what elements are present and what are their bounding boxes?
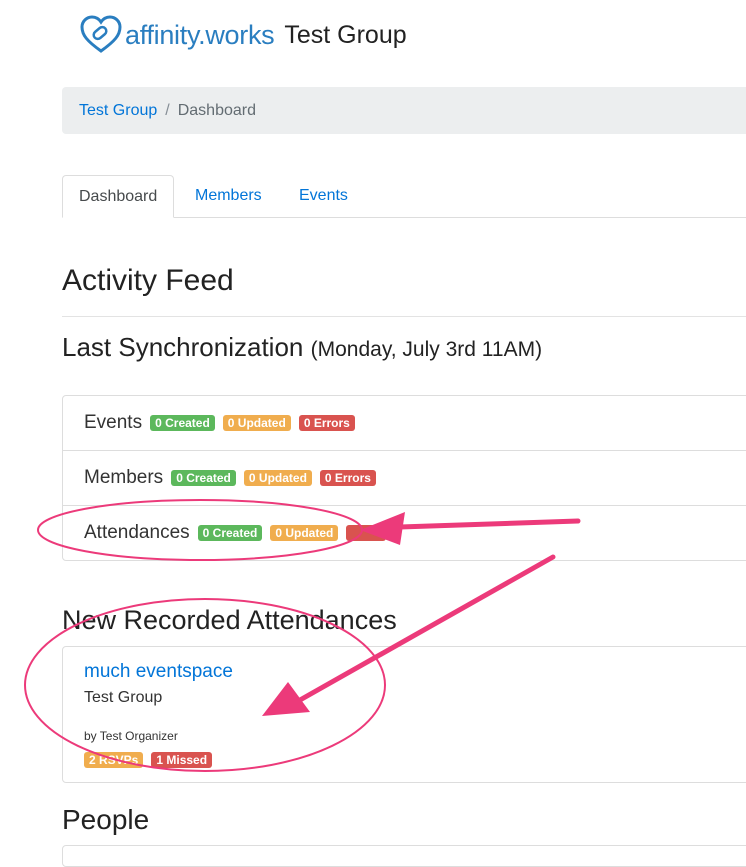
activity-feed-heading: Activity Feed — [62, 264, 234, 297]
tab-events[interactable]: Events — [283, 175, 364, 217]
sync-row-label: Attendances — [84, 522, 190, 543]
errors-badge-obscured — [346, 525, 387, 541]
rsvps-badge: 2 RSVPs — [84, 752, 144, 768]
tab-bar: Dashboard Members Events — [62, 175, 746, 218]
created-badge: 0 Created — [171, 470, 236, 486]
breadcrumb-current: Dashboard — [177, 101, 256, 119]
event-organizer: by Test Organizer — [84, 729, 178, 743]
updated-badge: 0 Updated — [222, 415, 291, 431]
sync-row-events: Events 0 Created 0 Updated 0 Errors — [63, 396, 746, 451]
event-link[interactable]: much eventspace — [84, 661, 233, 683]
missed-badge: 1 Missed — [151, 752, 213, 768]
breadcrumb-group-link[interactable]: Test Group — [79, 102, 157, 120]
created-badge: 0 Created — [197, 525, 263, 541]
breadcrumb: Test Group / Dashboard — [62, 87, 746, 134]
tab-dashboard[interactable]: Dashboard — [62, 175, 175, 218]
breadcrumb-separator: / — [165, 101, 170, 119]
sync-row-label: Members — [84, 467, 164, 488]
updated-badge: 0 Updated — [243, 470, 312, 486]
updated-badge: 0 Updated — [270, 525, 339, 541]
divider — [62, 316, 746, 317]
attendance-badges: 2 RSVPs 1 Missed — [84, 752, 220, 768]
people-heading: People — [62, 804, 150, 835]
page-group-title: Test Group — [284, 20, 407, 49]
sync-row-members: Members 0 Created 0 Updated 0 Errors — [63, 451, 746, 506]
last-sync-time: (Monday, July 3rd 11AM) — [310, 338, 543, 361]
brand-name[interactable]: affinity.works — [125, 20, 275, 51]
tab-members[interactable]: Members — [179, 175, 278, 217]
event-group: Test Group — [84, 689, 163, 706]
people-card — [62, 845, 746, 867]
heart-logo-icon[interactable] — [79, 15, 123, 55]
created-badge: 0 Created — [150, 415, 215, 431]
sync-summary-list: Events 0 Created 0 Updated 0 Errors Memb… — [62, 395, 746, 561]
brand-header: affinity.works Test Group — [79, 12, 407, 58]
errors-badge: 0 Errors — [298, 415, 355, 431]
attendance-card: much eventspace Test Group by Test Organ… — [62, 646, 746, 783]
last-sync-heading: Last Synchronization (Monday, July 3rd 1… — [62, 332, 542, 363]
sync-row-label: Events — [84, 412, 143, 433]
sync-row-attendances: Attendances 0 Created 0 Updated — [63, 506, 746, 560]
new-attendances-heading: New Recorded Attendances — [62, 605, 397, 635]
errors-badge: 0 Errors — [319, 470, 376, 486]
last-sync-label: Last Synchronization — [62, 332, 304, 362]
